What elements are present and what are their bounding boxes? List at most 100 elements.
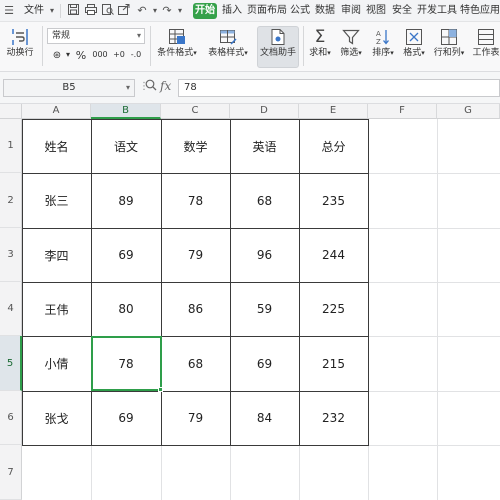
column-header-g[interactable]: G [437, 104, 500, 119]
table-cell[interactable]: 79 [161, 391, 230, 445]
table-cell[interactable]: 59 [230, 282, 299, 336]
chevron-down-icon: ▾ [244, 49, 248, 57]
header-cell-math[interactable]: 数学 [161, 119, 230, 173]
table-style-button[interactable]: 表格样式▾ [203, 28, 253, 59]
table-cell[interactable]: 235 [299, 173, 368, 228]
wrap-text-icon [12, 29, 28, 45]
header-cell-english[interactable]: 英语 [230, 119, 299, 173]
number-format-select[interactable]: 常规 ▾ [47, 28, 145, 44]
conditional-format-button[interactable]: 条件格式▾ [154, 28, 200, 59]
table-cell[interactable]: 69 [91, 391, 161, 445]
zoom-icon[interactable] [145, 79, 157, 94]
tab-developer[interactable]: 开发工具 [417, 4, 457, 18]
spreadsheet-window: ☰ 文件 ▾ ↶ ▾ ↷ ▾ 开始 插入 页面布局 公式 数据 审阅 视图 安全… [0, 0, 500, 500]
column-header-a[interactable]: A [22, 104, 91, 119]
column-header-d[interactable]: D [230, 104, 299, 119]
row-header-4[interactable]: 4 [0, 282, 22, 336]
format-button[interactable]: 格式▾ [400, 28, 428, 59]
row-header-1[interactable]: 1 [0, 119, 22, 173]
formula-input[interactable]: 78 [178, 79, 500, 97]
table-cell[interactable]: 244 [299, 228, 368, 282]
export-icon[interactable] [117, 4, 131, 18]
chevron-down-icon: ▾ [460, 49, 465, 57]
tab-start[interactable]: 开始 [193, 3, 217, 19]
format-icon [406, 29, 422, 45]
print-preview-icon[interactable] [101, 4, 115, 18]
name-box[interactable]: B5 ▾ [3, 79, 135, 97]
table-style-icon [220, 30, 237, 45]
table-cell[interactable]: 225 [299, 282, 368, 336]
tab-insert[interactable]: 插入 [222, 4, 242, 18]
document-helper-button[interactable]: 文档助手 [257, 28, 299, 59]
redo-icon[interactable]: ↷ [160, 4, 174, 18]
print-icon[interactable] [84, 4, 98, 18]
table-cell[interactable]: 李四 [22, 228, 91, 282]
table-cell[interactable]: 232 [299, 391, 368, 445]
fx-icon[interactable]: fx [160, 79, 171, 93]
hamburger-menu-icon[interactable]: ☰ [2, 4, 16, 18]
column-header-f[interactable]: F [368, 104, 437, 119]
row-header-7[interactable]: 7 [0, 445, 22, 500]
column-header-c[interactable]: C [161, 104, 230, 119]
sigma-icon: Σ [314, 27, 326, 47]
thousands-button[interactable]: 000 [92, 50, 108, 59]
table-cell[interactable]: 89 [91, 173, 161, 228]
sort-icon: A Z [376, 30, 389, 46]
sort-button[interactable]: A Z 排序▾ [369, 28, 397, 59]
worksheet-button[interactable]: 工作表 [470, 28, 500, 59]
table-cell[interactable]: 96 [230, 228, 299, 282]
currency-icon: ⊛ [52, 50, 62, 61]
undo-icon[interactable]: ↶ [135, 4, 149, 18]
tab-page-layout[interactable]: 页面布局 [247, 4, 287, 18]
sum-button[interactable]: Σ 求和▾ [307, 28, 333, 59]
column-header-b[interactable]: B [91, 104, 161, 119]
column-header-e[interactable]: E [299, 104, 368, 119]
table-cell[interactable]: 78 [161, 173, 230, 228]
header-cell-chinese[interactable]: 语文 [91, 119, 161, 173]
table-cell[interactable]: 68 [230, 173, 299, 228]
table-cell[interactable]: 68 [161, 336, 230, 391]
increase-decimal-button[interactable]: +0 [112, 50, 126, 59]
tab-security[interactable]: 安全 [392, 4, 412, 18]
row-header-6[interactable]: 6 [0, 391, 22, 445]
table-cell[interactable]: 张三 [22, 173, 91, 228]
row-header-2[interactable]: 2 [0, 173, 22, 228]
tab-data[interactable]: 数据 [315, 4, 335, 18]
chevron-down-icon[interactable]: ▾ [45, 4, 59, 18]
tab-formulas[interactable]: 公式 [290, 4, 310, 18]
table-cell[interactable]: 小倩 [22, 336, 91, 391]
table-cell[interactable]: 王伟 [22, 282, 91, 336]
percent-button[interactable]: % [74, 49, 88, 62]
rows-columns-icon [441, 29, 457, 45]
decrease-decimal-button[interactable]: -.0 [128, 50, 144, 59]
table-cell[interactable]: 215 [299, 336, 368, 391]
table-cell[interactable]: 69 [230, 336, 299, 391]
currency-dropdown-icon[interactable]: ▾ [64, 50, 72, 59]
menu-file[interactable]: 文件 [24, 4, 44, 18]
currency-button[interactable]: ⊛ [50, 50, 64, 61]
ribbon-toolbar: 动换行 常规 ▾ ⊛ ▾ % 000 +0 -.0 条件格式▾ 表格样式▾ 文档… [0, 22, 500, 72]
row-header-5[interactable]: 5 [0, 336, 22, 391]
table-cell[interactable]: 80 [91, 282, 161, 336]
redo-dropdown-icon[interactable]: ▾ [173, 4, 187, 18]
filter-button[interactable]: 筛选▾ [337, 28, 365, 59]
tab-view[interactable]: 视图 [366, 4, 386, 18]
table-cell[interactable]: 86 [161, 282, 230, 336]
row-header-3[interactable]: 3 [0, 228, 22, 282]
rows-columns-button[interactable]: 行和列▾ [432, 28, 466, 59]
header-cell-name[interactable]: 姓名 [22, 119, 91, 173]
table-cell[interactable]: 79 [161, 228, 230, 282]
save-icon[interactable] [66, 4, 80, 18]
wrap-text-button[interactable]: 动换行 [2, 28, 38, 59]
table-cell[interactable]: 张戈 [22, 391, 91, 445]
table-cell[interactable]: 69 [91, 228, 161, 282]
tab-special[interactable]: 特色应用 [460, 4, 500, 18]
fill-handle[interactable] [158, 387, 163, 392]
table-cell[interactable]: 84 [230, 391, 299, 445]
svg-text:Z: Z [376, 38, 381, 46]
header-cell-total[interactable]: 总分 [299, 119, 368, 173]
tab-review[interactable]: 审阅 [341, 4, 361, 18]
chevron-down-icon: ▾ [136, 31, 141, 40]
select-all-corner[interactable] [0, 104, 22, 119]
conditional-format-icon [169, 29, 185, 44]
